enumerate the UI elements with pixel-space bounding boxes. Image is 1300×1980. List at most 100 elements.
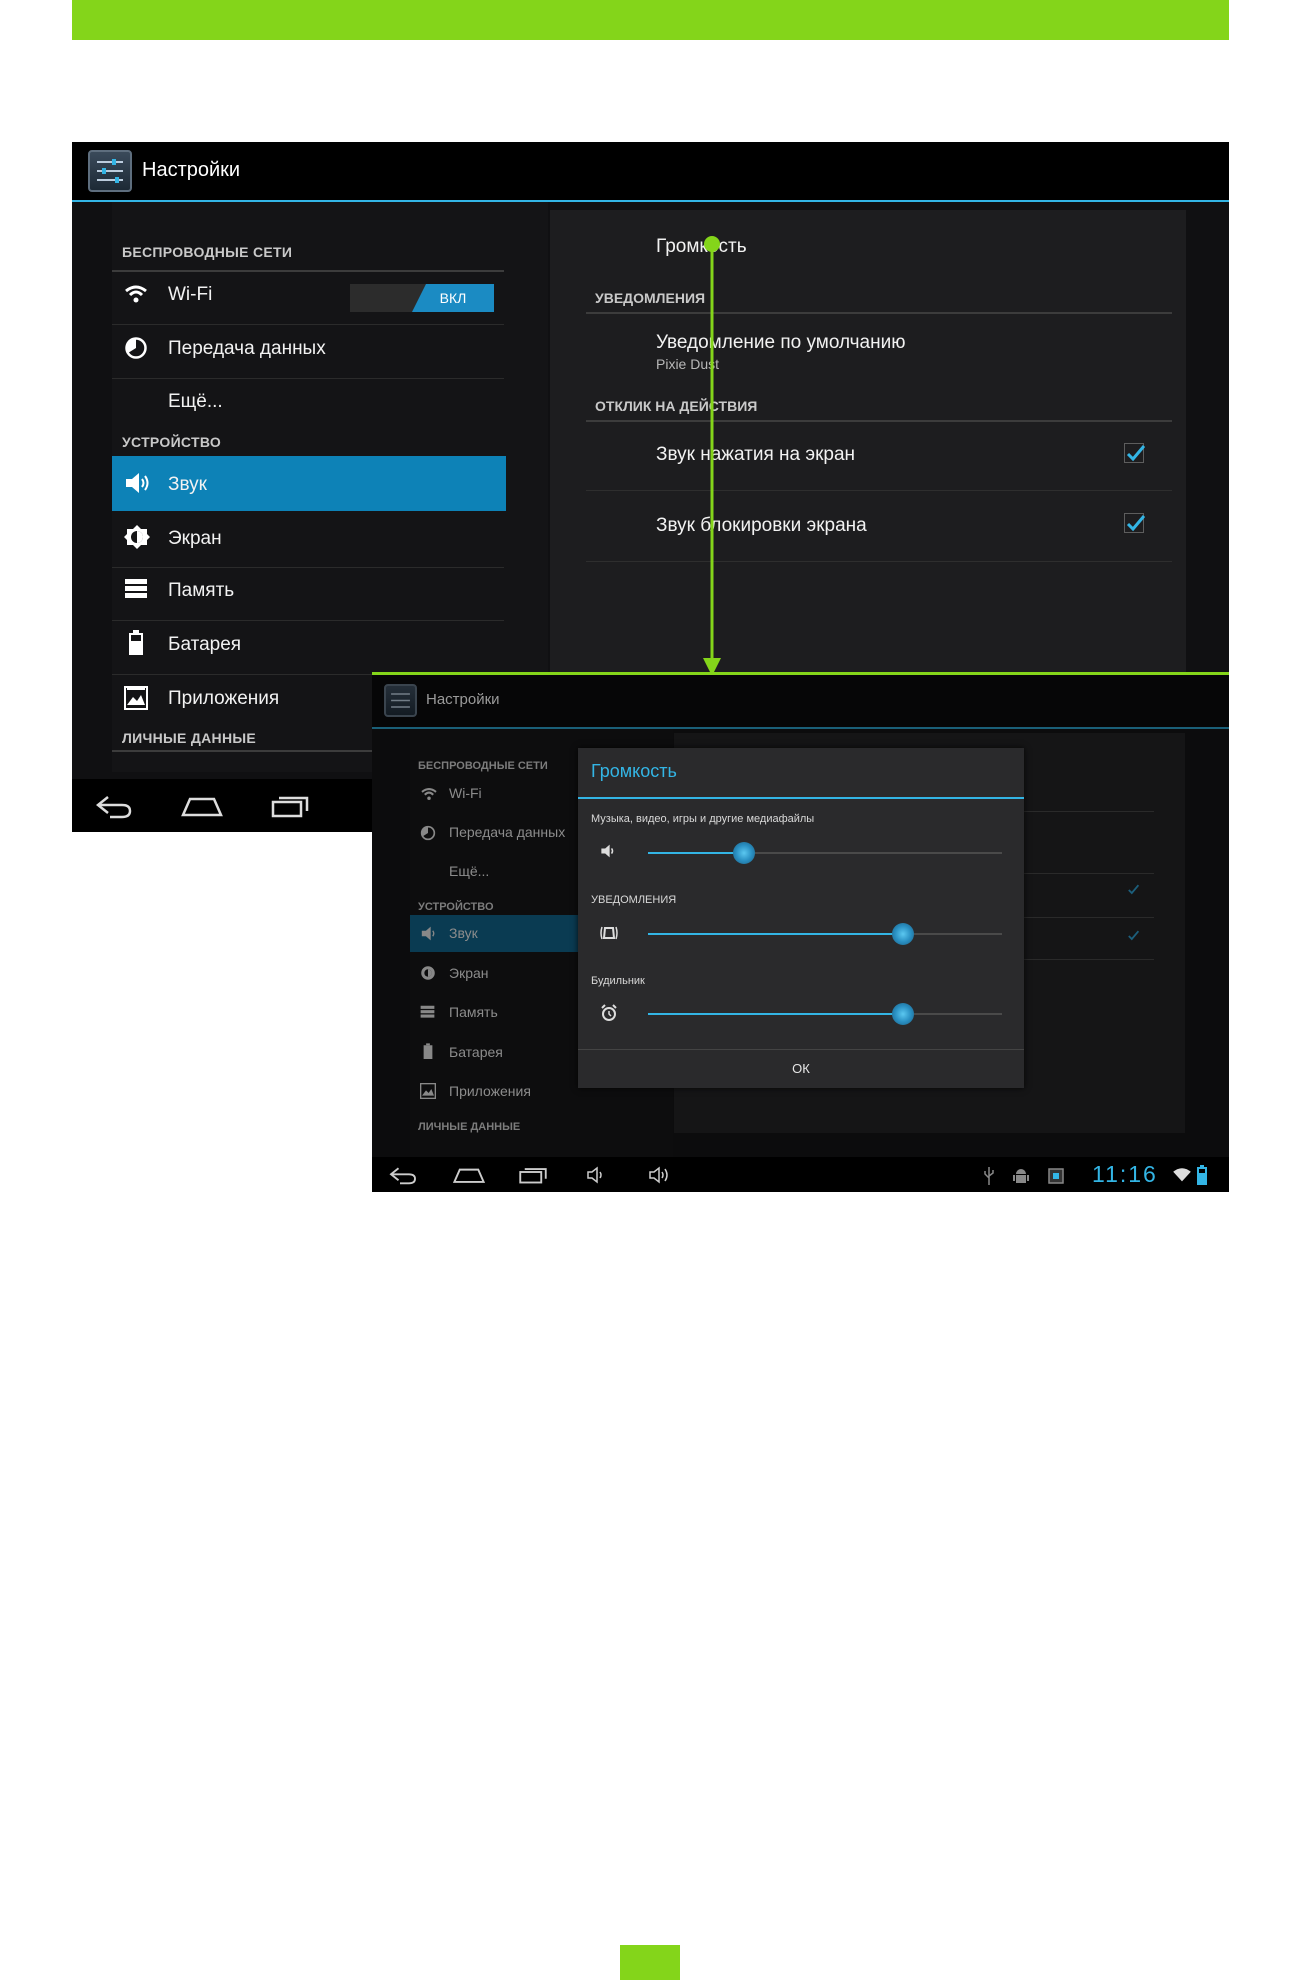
storage-icon [124, 578, 148, 605]
battery-icon [128, 630, 144, 661]
volume-up-icon[interactable] [648, 1166, 676, 1189]
divider [586, 490, 1172, 491]
sidebar-item-apps[interactable]: Приложения [168, 688, 279, 710]
divider [112, 620, 504, 621]
brightness-icon [124, 524, 150, 555]
speaker-icon [600, 844, 618, 863]
settings-app-icon[interactable] [384, 684, 417, 717]
divider [586, 312, 1172, 314]
data-usage-icon [124, 336, 148, 365]
wifi-icon [124, 284, 148, 309]
dialog-title-divider [578, 797, 1024, 799]
section-header-notifications: УВЕДОМЛЕНИЯ [595, 290, 706, 306]
sidebar-item-display[interactable]: Экран [168, 528, 222, 550]
wifi-signal-icon [1172, 1167, 1192, 1188]
speaker-icon [124, 472, 152, 499]
default-notification-setting[interactable]: Уведомление по умолчанию [656, 332, 905, 354]
checkmark-icon [1126, 445, 1146, 462]
sound-settings-panel: Громкость УВЕДОМЛЕНИЯ Уведомление по умо… [550, 210, 1186, 680]
sidebar-item-storage[interactable]: Память [168, 580, 234, 602]
section-header-device: УСТРОЙСТВО [122, 434, 222, 450]
divider [112, 378, 504, 379]
volume-dialog: Громкость Музыка, видео, игры и другие м… [578, 748, 1024, 1088]
wifi-toggle[interactable]: ВКЛ [350, 284, 494, 312]
slider-fill [648, 852, 744, 854]
action-bar: Настройки [372, 675, 1229, 729]
sidebar-item-more[interactable]: Ещё... [168, 391, 223, 413]
settings-app-icon[interactable] [88, 150, 132, 192]
recent-apps-icon[interactable] [270, 793, 310, 824]
settings-screen-volume-dialog: Настройки БЕСПРОВОДНЫЕ СЕТИ Wi-Fi Переда… [372, 672, 1229, 1192]
alarm-volume-label: Будильник [591, 975, 645, 987]
navigation-bar: 11:16 [372, 1157, 1229, 1192]
volume-down-icon[interactable] [586, 1166, 608, 1189]
divider [112, 270, 504, 272]
sidebar-item-more[interactable]: Ещё... [449, 863, 489, 879]
sidebar-item-display[interactable]: Экран [449, 965, 489, 981]
sidebar-item-battery[interactable]: Батарея [449, 1044, 503, 1060]
divider [112, 324, 504, 325]
sidebar-item-data-usage[interactable]: Передача данных [168, 338, 326, 360]
slider-thumb[interactable] [732, 842, 755, 864]
android-debug-icon [1012, 1166, 1030, 1191]
sidebar-item-sound[interactable]: Звук [449, 925, 478, 941]
page-title: Настройки [142, 159, 241, 181]
media-volume-label: Музыка, видео, игры и другие медиафайлы [591, 813, 815, 825]
dialog-title: Громкость [591, 761, 677, 781]
sidebar-item-sound[interactable]: Звук [168, 474, 207, 496]
screenshot-icon [1048, 1168, 1064, 1189]
section-header-personal: ЛИЧНЫЕ ДАННЫЕ [122, 730, 257, 746]
sidebar-item-wifi[interactable]: Wi-Fi [168, 284, 212, 306]
ok-button[interactable]: ОК [578, 1050, 1024, 1088]
data-usage-icon [420, 825, 436, 846]
checkmark-icon [1126, 929, 1140, 947]
volume-setting[interactable]: Громкость [656, 236, 747, 258]
slider-fill [648, 933, 903, 935]
alarm-volume-slider[interactable] [648, 1003, 1002, 1025]
battery-icon [423, 1043, 433, 1065]
usb-icon [982, 1166, 996, 1191]
section-header-wireless: БЕСПРОВОДНЫЕ СЕТИ [122, 244, 293, 260]
home-icon[interactable] [452, 1165, 486, 1190]
touch-sounds-setting[interactable]: Звук нажатия на экран [656, 444, 855, 466]
checkmark-icon [1126, 515, 1146, 532]
checkmark-icon [1126, 883, 1140, 901]
sidebar-item-apps[interactable]: Приложения [449, 1083, 531, 1099]
brightness-icon [420, 965, 436, 986]
action-bar: Настройки [72, 142, 1229, 202]
notification-volume-slider[interactable] [648, 923, 1002, 945]
sidebar-item-storage[interactable]: Память [449, 1004, 498, 1020]
recent-apps-icon[interactable] [518, 1165, 548, 1190]
section-header-feedback: ОТКЛИК НА ДЕЙСТВИЯ [595, 398, 758, 414]
divider [112, 567, 504, 568]
status-clock: 11:16 [1092, 1161, 1158, 1187]
back-icon[interactable] [94, 793, 134, 824]
notification-volume-label: УВЕДОМЛЕНИЯ [591, 894, 677, 906]
lock-sound-setting[interactable]: Звук блокировки экрана [656, 515, 867, 537]
page-title: Настройки [426, 691, 500, 708]
wifi-toggle-on: ВКЛ [412, 284, 494, 312]
page-header-bar [72, 0, 1229, 40]
sidebar-item-wifi[interactable]: Wi-Fi [449, 785, 482, 801]
home-icon[interactable] [180, 793, 224, 824]
sidebar-item-battery[interactable]: Батарея [168, 634, 241, 656]
slider-thumb[interactable] [891, 1003, 914, 1025]
default-notification-value: Pixie Dust [656, 356, 720, 372]
divider [586, 420, 1172, 422]
page-number-tab [620, 1945, 680, 1980]
divider [586, 561, 1172, 562]
sidebar-item-data-usage[interactable]: Передача данных [449, 824, 565, 840]
battery-status-icon [1197, 1165, 1207, 1190]
section-header-personal: ЛИЧНЫЕ ДАННЫЕ [418, 1121, 521, 1133]
lock-sound-checkbox[interactable] [1124, 513, 1146, 533]
alarm-clock-icon [600, 1004, 618, 1027]
back-icon[interactable] [388, 1164, 418, 1191]
speaker-icon [420, 926, 440, 946]
touch-sounds-checkbox[interactable] [1124, 443, 1146, 463]
ringtone-icon [600, 924, 618, 947]
wifi-icon [420, 787, 438, 806]
slider-thumb[interactable] [891, 923, 914, 945]
section-header-wireless: БЕСПРОВОДНЫЕ СЕТИ [418, 760, 548, 772]
media-volume-slider[interactable] [648, 842, 1002, 864]
slider-fill [648, 1013, 903, 1015]
